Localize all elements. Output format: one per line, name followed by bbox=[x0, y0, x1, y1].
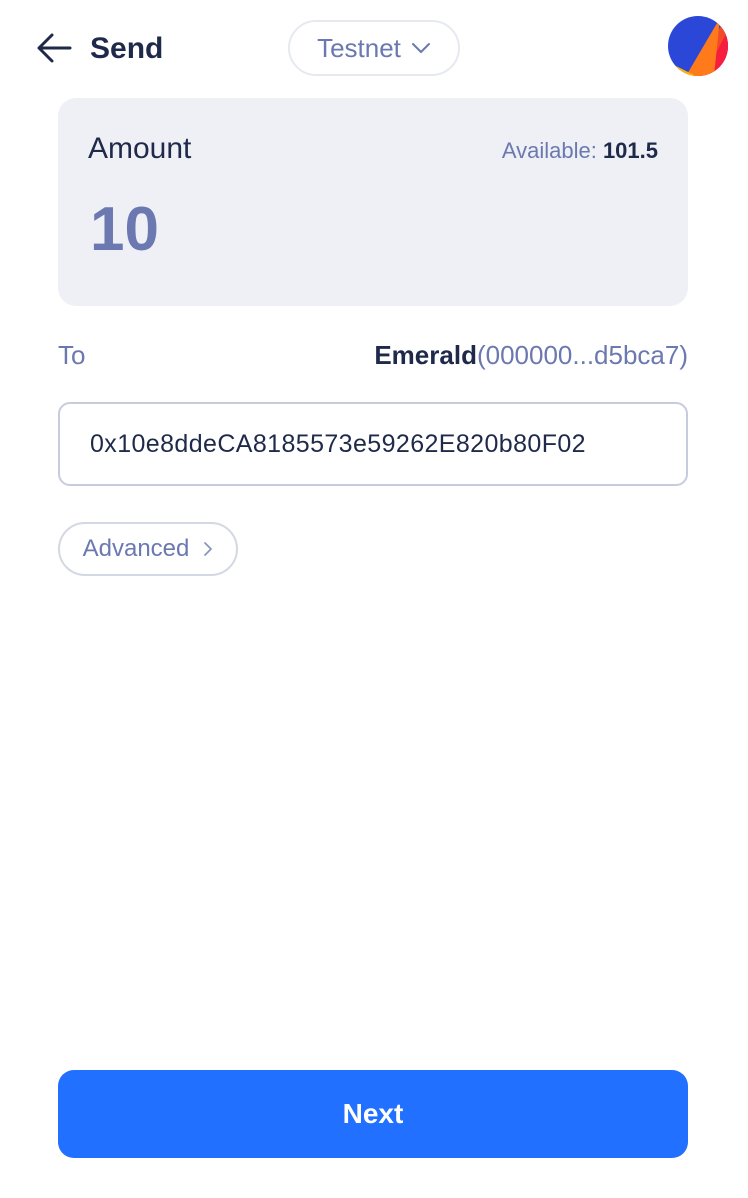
to-label: To bbox=[58, 340, 86, 370]
chevron-right-icon bbox=[204, 542, 213, 556]
network-selector[interactable]: Testnet bbox=[288, 20, 460, 76]
to-account-info: Emerald(000000...d5bca7) bbox=[374, 340, 688, 371]
advanced-button[interactable]: Advanced bbox=[58, 522, 238, 576]
available-label: Available: bbox=[501, 138, 597, 163]
to-account-name: Emerald bbox=[374, 340, 477, 370]
amount-label: Amount bbox=[88, 132, 192, 165]
arrow-left-icon bbox=[37, 33, 72, 63]
send-page: Send Testnet Amount Available: 101.5 To bbox=[0, 0, 748, 1198]
amount-input[interactable] bbox=[90, 194, 650, 265]
advanced-label: Advanced bbox=[82, 535, 190, 562]
to-account-address: (000000...d5bca7) bbox=[476, 340, 688, 370]
back-button[interactable] bbox=[34, 30, 74, 66]
chevron-down-icon bbox=[411, 43, 430, 53]
available-balance: Available: 101.5 bbox=[502, 138, 658, 164]
available-value: 101.5 bbox=[602, 138, 658, 163]
page-title: Send bbox=[90, 32, 164, 65]
next-button[interactable]: Next bbox=[58, 1070, 688, 1158]
amount-card: Amount Available: 101.5 bbox=[58, 98, 688, 306]
recipient-address-input[interactable] bbox=[58, 402, 688, 486]
network-label: Testnet bbox=[317, 32, 401, 63]
header: Send Testnet bbox=[0, 0, 748, 98]
account-avatar-icon[interactable] bbox=[668, 16, 728, 76]
